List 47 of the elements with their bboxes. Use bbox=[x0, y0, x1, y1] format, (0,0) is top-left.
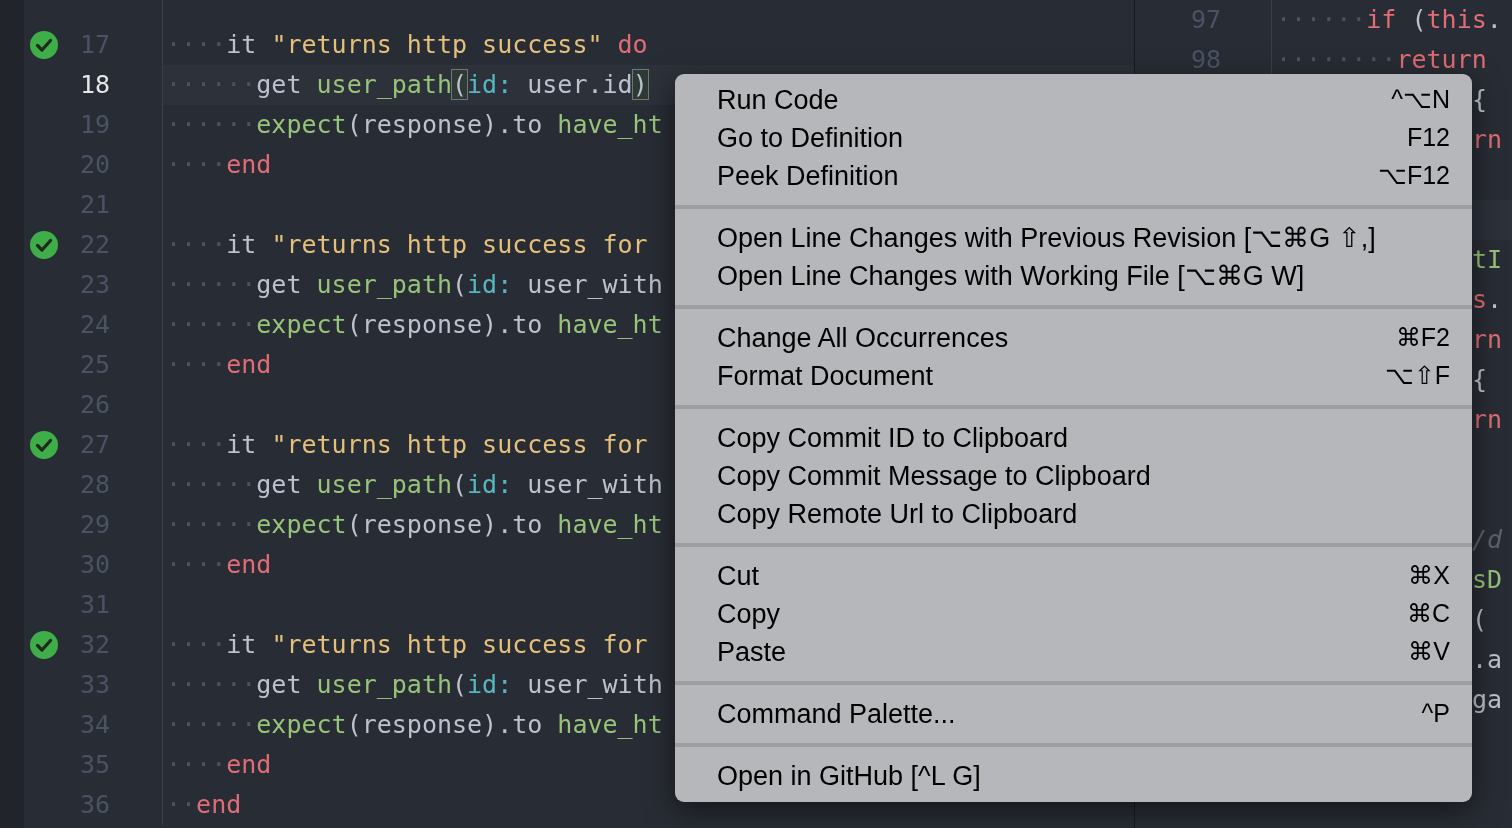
menu-item[interactable]: Paste ⌘V bbox=[675, 633, 1472, 671]
menu-item[interactable]: Format Document ⌥⇧F bbox=[675, 357, 1472, 395]
code-line: ······expect(response).to have_ht bbox=[166, 309, 663, 341]
code-line: ga bbox=[1472, 684, 1504, 716]
code-line: s. bbox=[1472, 284, 1504, 316]
code-line: rn bbox=[1472, 324, 1504, 356]
code-line: sD bbox=[1472, 564, 1504, 596]
code-line: ····it "returns http success for bbox=[166, 629, 648, 661]
code-line: ······get user_path(id: user_with bbox=[166, 269, 663, 301]
code-line: ········return bbox=[1275, 44, 1488, 76]
code-line: ····end bbox=[166, 749, 272, 781]
code-line: ····it "returns http success for bbox=[166, 229, 648, 261]
code-line: ····end bbox=[166, 549, 272, 581]
menu-item[interactable]: Go to Definition F12 bbox=[675, 119, 1472, 157]
code-line: ······get user_path(id: user_with bbox=[166, 469, 663, 501]
code-line: ····end bbox=[166, 349, 272, 381]
code-line: ( bbox=[1472, 604, 1489, 636]
code-line: /d bbox=[1472, 524, 1504, 556]
code-line: ······expect(response).to have_ht bbox=[166, 109, 663, 141]
code-line: tI bbox=[1472, 244, 1504, 276]
code-line: ······expect(response).to have_ht bbox=[166, 509, 663, 541]
menu-item[interactable]: Cut ⌘X bbox=[675, 557, 1472, 595]
menu-item[interactable]: Command Palette... ^P bbox=[675, 695, 1472, 733]
code-line: ······if (this. bbox=[1275, 4, 1503, 36]
code-line: .a bbox=[1472, 644, 1504, 676]
menu-item[interactable]: Peek Definition ⌥F12 bbox=[675, 157, 1472, 195]
code-line: rn bbox=[1472, 404, 1504, 436]
menu-item[interactable]: Run Code ^⌥N bbox=[675, 81, 1472, 119]
code-line: { bbox=[1472, 364, 1489, 396]
code-line: ····it "returns http success for bbox=[166, 429, 648, 461]
code-line: ····it "returns http success" do bbox=[166, 29, 648, 61]
menu-item[interactable]: Copy Remote Url to Clipboard bbox=[675, 495, 1472, 533]
menu-item[interactable]: Change All Occurrences ⌘F2 bbox=[675, 319, 1472, 357]
menu-item[interactable]: Open in GitHub [^L G] bbox=[675, 757, 1472, 795]
code-line: ··end bbox=[166, 789, 242, 821]
code-line: ······get user_path(id: user_with bbox=[166, 669, 663, 701]
code-line: ······expect(response).to have_ht bbox=[166, 709, 663, 741]
menu-item[interactable]: Copy ⌘C bbox=[675, 595, 1472, 633]
menu-item[interactable]: Open Line Changes with Working File [⌥⌘G W] bbox=[675, 257, 1472, 295]
code-line: ····end bbox=[166, 149, 272, 181]
menu-item[interactable]: Copy Commit ID to Clipboard bbox=[675, 419, 1472, 457]
code-line: rn bbox=[1472, 124, 1504, 156]
code-line: ······get user_path(id: user.id) bbox=[166, 69, 648, 101]
code-line: { bbox=[1472, 84, 1489, 116]
line-number: 18 bbox=[78, 69, 110, 101]
menu-item[interactable]: Open Line Changes with Previous Revision [⌥⌘G ⇧,] bbox=[675, 219, 1472, 257]
menu-item[interactable]: Copy Commit Message to Clipboard bbox=[675, 457, 1472, 495]
